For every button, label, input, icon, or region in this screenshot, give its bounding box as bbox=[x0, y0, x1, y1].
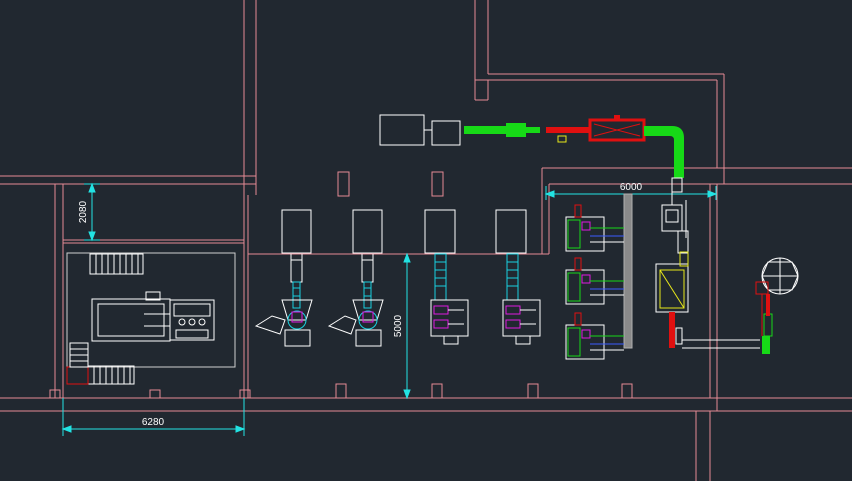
dimension-labels: 2080 5000 6000 6280 bbox=[78, 182, 643, 428]
press-unit-2 bbox=[502, 253, 541, 345]
filter-rack bbox=[623, 193, 633, 349]
top-pipeline bbox=[379, 114, 684, 193]
cad-floor-plan: 2080 5000 6000 6280 bbox=[0, 0, 852, 481]
top-tanks bbox=[281, 209, 527, 254]
building-walls bbox=[0, 0, 852, 481]
right-process-line bbox=[655, 192, 799, 354]
dim-label-5000: 5000 bbox=[393, 314, 404, 337]
filter-units bbox=[565, 204, 624, 360]
dim-label-2080: 2080 bbox=[78, 200, 89, 223]
mixer-unit-1 bbox=[254, 254, 313, 347]
left-room-equipment bbox=[66, 252, 236, 385]
press-unit-1 bbox=[430, 253, 469, 345]
dim-label-6000: 6000 bbox=[620, 182, 643, 193]
mixer-unit-2 bbox=[327, 254, 384, 347]
dim-label-6280: 6280 bbox=[142, 417, 165, 428]
